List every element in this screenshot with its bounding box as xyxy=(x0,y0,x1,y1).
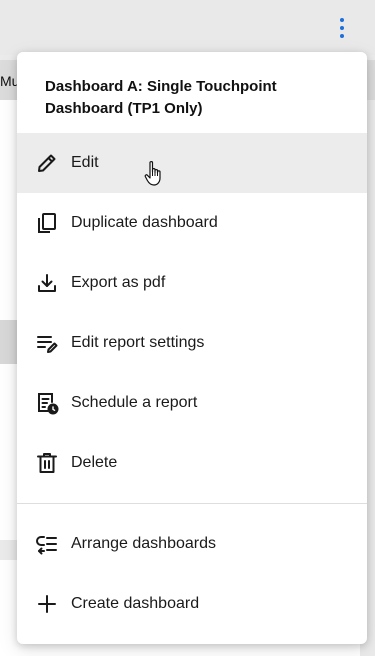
page: Mu Dashboard A: Single Touchpoint Dashbo… xyxy=(0,0,375,656)
download-icon xyxy=(34,270,60,296)
menu-item-label: Arrange dashboards xyxy=(71,535,216,552)
copy-icon xyxy=(34,210,60,236)
menu-item-create-dashboard[interactable]: Create dashboard xyxy=(17,574,367,634)
menu-divider xyxy=(17,503,367,504)
menu-item-label: Schedule a report xyxy=(71,394,198,411)
trash-icon xyxy=(34,450,60,476)
menu-item-edit[interactable]: Edit xyxy=(17,133,367,193)
more-vertical-icon[interactable] xyxy=(332,14,352,42)
pencil-icon xyxy=(34,150,60,176)
menu-item-label: Export as pdf xyxy=(71,274,166,291)
menu-item-label: Edit report settings xyxy=(71,334,205,351)
menu-title: Dashboard A: Single Touchpoint Dashboard… xyxy=(45,78,277,117)
menu-item-label: Duplicate dashboard xyxy=(71,214,218,231)
menu-item-arrange-dashboards[interactable]: Arrange dashboards xyxy=(17,514,367,574)
hand-pointer-icon xyxy=(144,160,166,188)
menu-item-label: Delete xyxy=(71,454,118,471)
plus-icon xyxy=(34,591,60,617)
menu-item-export-pdf[interactable]: Export as pdf xyxy=(17,253,367,313)
schedule-report-icon xyxy=(34,390,60,416)
edit-list-icon xyxy=(34,330,60,356)
menu-item-label: Create dashboard xyxy=(71,595,200,612)
menu-item-duplicate-dashboard[interactable]: Duplicate dashboard xyxy=(17,193,367,253)
arrange-icon xyxy=(34,531,60,557)
menu-item-label: Edit xyxy=(71,154,99,171)
menu-item-edit-report-settings[interactable]: Edit report settings xyxy=(17,313,367,373)
dashboard-options-menu: Dashboard A: Single Touchpoint Dashboard… xyxy=(17,52,367,644)
top-bar xyxy=(0,0,375,55)
menu-item-delete[interactable]: Delete xyxy=(17,433,367,493)
menu-item-schedule-report[interactable]: Schedule a report xyxy=(17,373,367,433)
